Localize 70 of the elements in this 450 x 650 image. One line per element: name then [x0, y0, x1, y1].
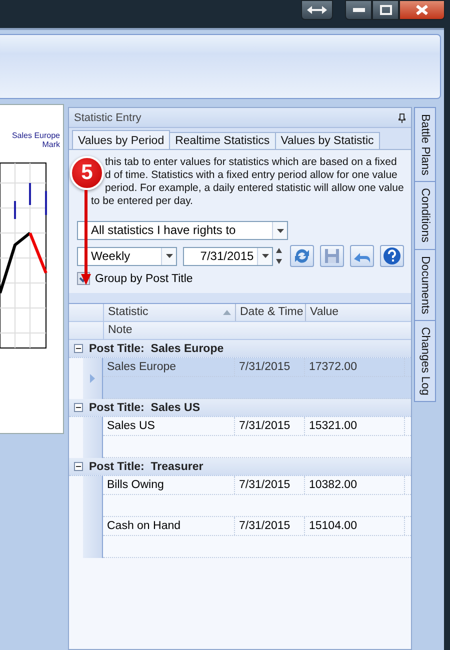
maximize-icon [380, 5, 392, 15]
collapse-button[interactable] [74, 344, 83, 353]
spinner-arrows-icon[interactable] [274, 246, 284, 266]
tab[interactable]: Values by Period [72, 130, 170, 149]
sort-arrow-icon [223, 310, 231, 315]
dropdown-arrow-icon [276, 228, 284, 232]
minus-icon [74, 403, 83, 412]
column-header[interactable]: Statistic [108, 304, 148, 321]
side-tab[interactable]: Battle Plans [414, 107, 436, 182]
group-header: Post Title: Sales US [89, 402, 200, 414]
undo-button[interactable] [350, 245, 374, 267]
refresh-button[interactable] [290, 245, 314, 267]
table-cell: 17372.00 [305, 358, 405, 376]
minimize-icon [352, 7, 364, 13]
close-button[interactable] [399, 0, 445, 20]
dropdown-arrow-icon [166, 254, 172, 258]
table-cell: 10382.00 [305, 476, 405, 494]
table-cell: Bills Owing [103, 476, 235, 494]
grid-row[interactable]: Cash on Hand 7/31/2015 15104.00 [103, 517, 411, 558]
group-header: Post Title: Treasurer [89, 460, 204, 472]
table-cell: Cash on Hand [103, 517, 235, 535]
data-label-mark [14, 201, 16, 219]
description-text: this tab to enter values for statistics which are based on a fixed [105, 156, 397, 169]
group-header: Post Title: Sales Europe [89, 342, 224, 354]
refresh-icon [293, 247, 311, 265]
close-icon [415, 5, 429, 15]
table-cell: 7/31/2015 [235, 358, 305, 376]
table-cell: 7/31/2015 [235, 476, 305, 494]
data-label-mark [45, 191, 47, 215]
table-cell: Sales Europe [103, 358, 235, 376]
side-tab[interactable]: Conditions [414, 181, 436, 250]
minimize-button[interactable] [345, 0, 372, 20]
description-text: d of time. Statistics with a fixed entry period allow for one value [105, 169, 398, 182]
minus-icon [74, 462, 83, 471]
help-icon [383, 247, 401, 265]
date-picker[interactable]: 7/31/2015 [183, 246, 273, 266]
tab[interactable]: Values by Statistic [274, 132, 380, 149]
table-cell: 15104.00 [305, 517, 405, 535]
table-cell: 7/31/2015 [235, 517, 305, 535]
grid-row[interactable]: Sales Europe 7/31/2015 17372.00 [103, 358, 411, 399]
description-text: to be entered per day. [91, 195, 193, 208]
maximize-button[interactable] [372, 0, 399, 20]
table-cell: 15321.00 [305, 417, 405, 435]
table-cell: Sales US [103, 417, 235, 435]
legend-label: Mark [42, 140, 60, 149]
pin-icon[interactable] [398, 112, 406, 122]
checkbox-label: Group by Post Title [95, 272, 193, 284]
row-pointer-icon [90, 374, 95, 383]
legend-label: Sales Europe [12, 131, 60, 140]
resize-button[interactable] [301, 0, 333, 20]
table-cell: 7/31/2015 [235, 417, 305, 435]
description-text: period. For example, a daily entered statistic will allow one value [105, 182, 404, 195]
grid-row[interactable]: Bills Owing 7/31/2015 10382.00 [103, 476, 411, 517]
collapse-button[interactable] [74, 403, 83, 412]
minus-icon [74, 344, 83, 353]
step-number: 5 [81, 161, 93, 185]
panel-title: Statistic Entry [74, 112, 142, 124]
help-button[interactable] [380, 245, 404, 267]
column-header[interactable]: Date & Time [236, 304, 306, 321]
side-tab[interactable]: Documents [414, 248, 436, 321]
statistics-filter-dropdown[interactable]: All statistics I have rights to [77, 221, 288, 240]
side-tab[interactable]: Changes Log [414, 320, 436, 402]
column-header[interactable]: Value [306, 304, 406, 321]
period-dropdown[interactable]: Weekly [77, 246, 177, 266]
double-arrow-icon [306, 5, 328, 15]
data-label-mark [29, 183, 31, 205]
grid-row[interactable]: Sales US 7/31/2015 15321.00 [103, 417, 411, 458]
collapse-button[interactable] [74, 462, 83, 471]
dropdown-arrow-icon [262, 254, 268, 258]
tab[interactable]: Realtime Statistics [169, 132, 276, 149]
